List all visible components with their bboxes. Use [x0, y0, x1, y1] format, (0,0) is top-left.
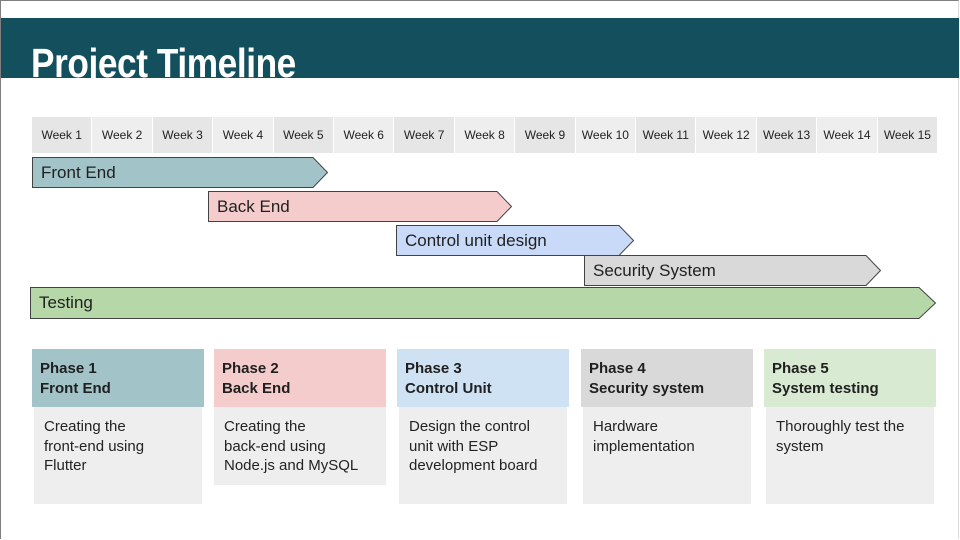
phase-card-4: Phase 4 Security system Hardware impleme… — [581, 349, 753, 504]
bar-security-system-label: Security System — [593, 261, 716, 280]
phase-2-body-line-1: Creating the — [224, 418, 306, 435]
phase-5-name: System testing — [772, 379, 879, 397]
phase-1-number: Phase 1 — [40, 360, 97, 377]
bar-control-unit-design-label: Control unit design — [405, 231, 547, 250]
phase-4-header: Phase 4 Security system — [581, 349, 753, 407]
week-cell-12: Week 12 — [696, 117, 757, 153]
week-cell-15: Week 15 — [877, 117, 939, 153]
phase-4-body-line-2: implementation — [593, 437, 695, 455]
phase-1-body-line-3: Flutter — [44, 457, 87, 474]
slide-title: Project Timeline — [31, 40, 296, 86]
week-cell-1: Week 1 — [32, 117, 93, 153]
phase-card-3: Phase 3 Control Unit Design the control … — [397, 349, 569, 504]
week-cell-5: Week 5 — [273, 117, 335, 153]
bar-testing-label: Testing — [39, 293, 93, 312]
phase-2-name: Back End — [222, 379, 291, 397]
phase-5-body-line-2: system — [776, 437, 824, 455]
week-cell-7: Week 7 — [394, 117, 455, 153]
week-cell-9: Week 9 — [515, 117, 576, 153]
phase-2-body: Creating the back-end using Node.js and … — [214, 407, 386, 485]
week-cell-3: Week 3 — [152, 117, 214, 153]
phase-1-body-line-2: front-end using — [44, 437, 145, 455]
phase-3-body-line-1: Design the control — [409, 418, 530, 435]
phase-2-body-line-3: Node.js and MySQL — [224, 457, 359, 474]
phase-3-number: Phase 3 — [405, 360, 462, 377]
phase-1-body: Creating the front-end using Flutter — [34, 407, 202, 504]
phase-4-name: Security system — [589, 379, 705, 397]
phase-2-header: Phase 2 Back End — [214, 349, 386, 407]
phase-3-body-line-2: unit with ESP — [409, 437, 499, 455]
phase-4-body-line-1: Hardware — [593, 418, 659, 435]
bar-front-end[interactable]: Front End — [32, 157, 329, 188]
week-cell-8: Week 8 — [454, 117, 516, 153]
phase-3-header: Phase 3 Control Unit — [397, 349, 569, 407]
week-cell-6: Week 6 — [334, 117, 395, 153]
week-cell-10: Week 10 — [575, 117, 637, 153]
week-cell-11: Week 11 — [636, 117, 697, 153]
phase-card-5: Phase 5 System testing Thoroughly test t… — [764, 349, 936, 504]
phase-5-body: Thoroughly test the system — [766, 407, 934, 504]
phase-3-name: Control Unit — [405, 379, 492, 397]
phase-5-body-line-1: Thoroughly test the — [776, 418, 905, 435]
phase-2-body-line-2: back-end using — [224, 437, 326, 455]
phase-3-body: Design the control unit with ESP develop… — [399, 407, 567, 504]
title-bar: Project Timeline — [1, 18, 959, 86]
phase-5-header: Phase 5 System testing — [764, 349, 936, 407]
weeks-header-row: Week 1 Week 2 Week 3 Week 4 Week 5 Week … — [32, 117, 939, 153]
phase-1-name: Front End — [40, 379, 111, 397]
bar-front-end-label: Front End — [41, 163, 116, 182]
phase-4-number: Phase 4 — [589, 360, 646, 377]
bar-back-end-label: Back End — [217, 197, 290, 216]
phase-card-2: Phase 2 Back End Creating the back-end u… — [214, 349, 386, 485]
phase-5-number: Phase 5 — [772, 360, 829, 377]
week-cell-4: Week 4 — [213, 117, 274, 153]
phase-2-number: Phase 2 — [222, 360, 279, 377]
bar-control-unit-design[interactable]: Control unit design — [396, 225, 635, 256]
bar-back-end[interactable]: Back End — [208, 191, 513, 222]
week-cell-14: Week 14 — [817, 117, 878, 153]
bar-testing-arrow — [30, 287, 937, 319]
bar-testing[interactable]: Testing — [30, 287, 937, 319]
phase-card-1: Phase 1 Front End Creating the front-end… — [32, 349, 204, 504]
phase-3-body-line-3: development board — [409, 457, 538, 474]
week-cell-2: Week 2 — [92, 117, 153, 153]
phase-1-header: Phase 1 Front End — [32, 349, 204, 407]
bar-security-system[interactable]: Security System — [584, 255, 882, 286]
phase-4-body: Hardware implementation — [583, 407, 751, 504]
week-cell-13: Week 13 — [756, 117, 818, 153]
phase-1-body-line-1: Creating the — [44, 418, 126, 435]
